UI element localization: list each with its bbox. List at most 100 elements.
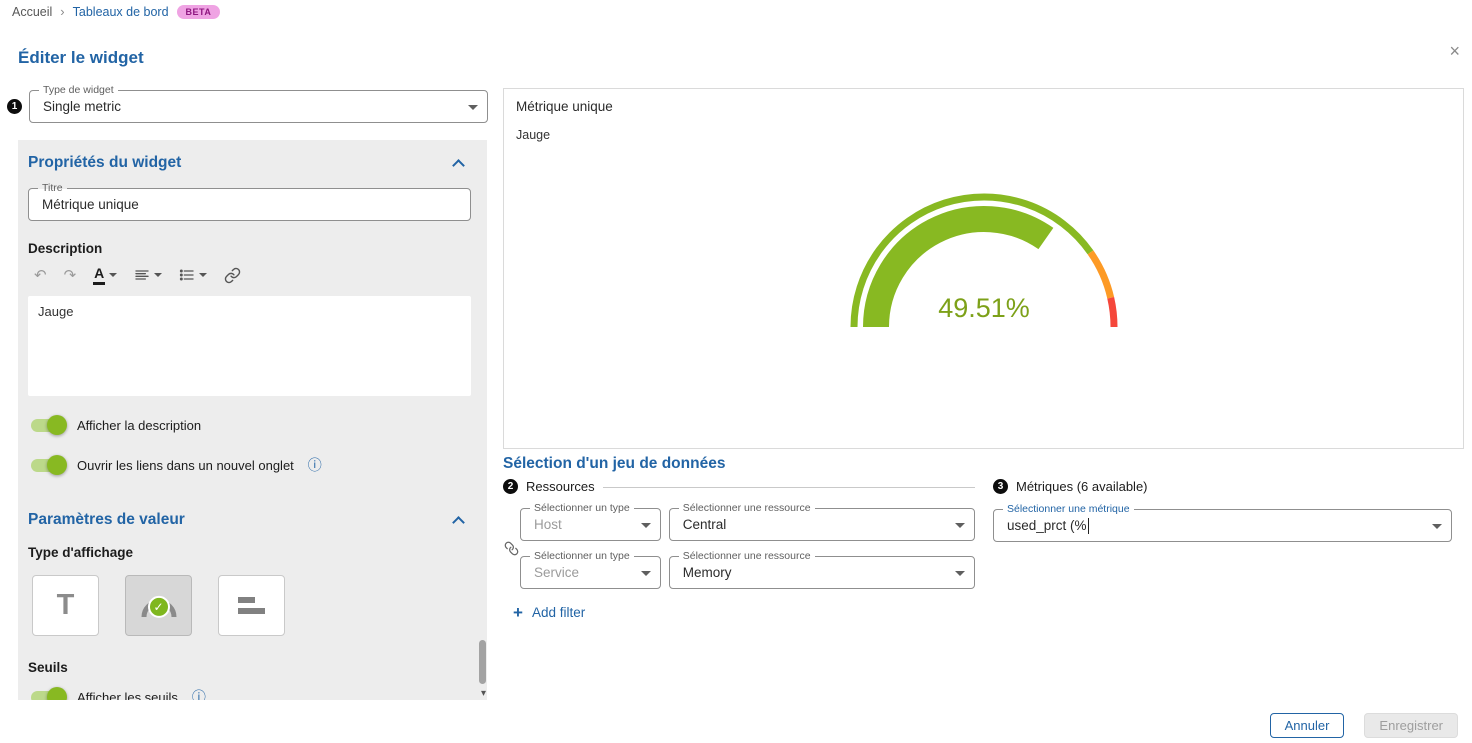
- resource-type-select-1[interactable]: Sélectionner un type Host: [520, 508, 661, 541]
- resource-type-select-1-label: Sélectionner un type: [530, 502, 634, 515]
- properties-section-header[interactable]: Propriétés du widget: [28, 154, 471, 172]
- gauge-value: 49.51%: [938, 293, 1030, 323]
- chevron-up-icon[interactable]: [452, 159, 465, 172]
- text-color-icon: A: [93, 265, 105, 284]
- caret-down-icon: [468, 105, 478, 110]
- caret-down-icon: [1432, 524, 1442, 529]
- link-icon: [224, 267, 241, 284]
- resource-select-1-value: Central: [683, 517, 727, 532]
- resource-select-2[interactable]: Sélectionner une ressource Memory: [669, 556, 975, 589]
- caret-down-icon: [955, 523, 965, 528]
- show-thresholds-row: Afficher les seuils ⓘ: [28, 687, 471, 700]
- open-links-toggle[interactable]: [31, 459, 64, 472]
- caret-down-icon: [641, 571, 651, 576]
- check-icon: ✓: [148, 595, 170, 617]
- text-cursor: [1088, 518, 1089, 534]
- caret-down-icon: [641, 523, 651, 528]
- caret-down-icon: [199, 273, 207, 277]
- rich-text-toolbar: ↶ ↷ A: [34, 264, 471, 286]
- resource-type-select-2[interactable]: Sélectionner un type Service: [520, 556, 661, 589]
- caret-down-icon: [955, 571, 965, 576]
- title-input-value: Métrique unique: [42, 197, 139, 212]
- gauge-chart: 49.51%: [844, 183, 1124, 340]
- metric-select-label: Sélectionner une métrique: [1003, 503, 1134, 516]
- show-thresholds-toggle[interactable]: [31, 691, 64, 701]
- open-links-label: Ouvrir les liens dans un nouvel onglet: [77, 458, 294, 473]
- metric-select[interactable]: Sélectionner une métrique used_prct (%: [993, 509, 1452, 542]
- description-label: Description: [28, 241, 471, 256]
- open-links-row: Ouvrir les liens dans un nouvel onglet ⓘ: [28, 455, 471, 475]
- show-description-toggle[interactable]: [31, 419, 64, 432]
- gauge-threshold-arc-warning: [1090, 252, 1110, 297]
- step-2-badge: 2: [503, 479, 518, 494]
- cancel-button[interactable]: Annuler: [1270, 713, 1345, 738]
- add-filter-button[interactable]: + Add filter: [513, 604, 975, 621]
- list-button[interactable]: [179, 267, 207, 283]
- thresholds-label: Seuils: [28, 660, 471, 675]
- breadcrumb-home-link[interactable]: Accueil: [12, 5, 52, 19]
- resource-select-1[interactable]: Sélectionner une ressource Central: [669, 508, 975, 541]
- breadcrumb: Accueil › Tableaux de bord BETA: [12, 5, 220, 19]
- title-input[interactable]: Titre Métrique unique: [28, 188, 471, 221]
- step-1-badge: 1: [7, 99, 22, 114]
- display-type-options: T ✓: [32, 575, 471, 636]
- footer-actions: Annuler Enregistrer: [1270, 713, 1458, 738]
- display-type-label: Type d'affichage: [28, 545, 471, 560]
- chevron-right-icon: ›: [60, 4, 64, 19]
- text-display-icon: T: [57, 589, 75, 622]
- resource-type-select-2-label: Sélectionner un type: [530, 550, 634, 563]
- widget-type-select-value: Single metric: [43, 99, 121, 114]
- breadcrumb-current-link[interactable]: Tableaux de bord: [73, 5, 169, 19]
- metrics-column: 3 Métriques (6 available) Sélectionner u…: [993, 479, 1464, 542]
- undo-icon[interactable]: ↶: [34, 266, 47, 284]
- gauge-threshold-arc-critical: [1110, 298, 1113, 327]
- display-type-text-button[interactable]: T: [32, 575, 99, 636]
- widget-preview-panel: Métrique unique Jauge 49.51%: [503, 88, 1464, 449]
- page-title: Éditer le widget: [18, 48, 144, 68]
- info-icon[interactable]: ⓘ: [192, 687, 206, 700]
- show-description-label: Afficher la description: [77, 418, 201, 433]
- chevron-up-icon[interactable]: [452, 516, 465, 529]
- description-textarea[interactable]: Jauge: [28, 296, 471, 396]
- show-description-row: Afficher la description: [28, 418, 471, 433]
- widget-settings-panel: Propriétés du widget Titre Métrique uniq…: [18, 140, 487, 700]
- align-button[interactable]: [134, 267, 162, 283]
- value-params-section-header[interactable]: Paramètres de valeur: [28, 511, 471, 529]
- text-color-button[interactable]: A: [93, 265, 117, 284]
- align-icon: [134, 267, 150, 283]
- resource-rows: Sélectionner un type Host Sélectionner u…: [520, 508, 975, 589]
- divider: [603, 487, 975, 488]
- dataset-section: Sélection d'un jeu de données 2 Ressourc…: [503, 455, 1464, 685]
- resources-label: Ressources: [526, 479, 595, 494]
- preview-title: Métrique unique: [516, 99, 1451, 114]
- info-icon[interactable]: ⓘ: [308, 455, 322, 475]
- resources-column: 2 Ressources Sélectionner un type Host S…: [503, 479, 975, 621]
- resource-row: Sélectionner un type Host Sélectionner u…: [520, 508, 975, 541]
- close-icon[interactable]: ×: [1449, 42, 1460, 60]
- plus-icon: +: [513, 604, 523, 621]
- bar-display-icon: [237, 595, 267, 617]
- resource-row: Sélectionner un type Service Sélectionne…: [520, 556, 975, 589]
- redo-icon[interactable]: ↷: [64, 266, 77, 284]
- resource-select-1-label: Sélectionner une ressource: [679, 502, 815, 515]
- widget-type-row: 1 Type de widget Single metric: [7, 90, 488, 123]
- scrollbar-thumb[interactable]: [479, 640, 486, 684]
- display-type-gauge-button[interactable]: ✓: [125, 575, 192, 636]
- title-input-label: Titre: [38, 182, 67, 195]
- caret-down-icon: [109, 273, 117, 277]
- save-button[interactable]: Enregistrer: [1364, 713, 1458, 738]
- display-type-bar-button[interactable]: [218, 575, 285, 636]
- resource-type-select-2-value: Service: [534, 565, 579, 580]
- resources-subheader: 2 Ressources: [503, 479, 975, 494]
- resource-select-2-value: Memory: [683, 565, 732, 580]
- resource-select-2-label: Sélectionner une ressource: [679, 550, 815, 563]
- link-button[interactable]: [224, 267, 241, 284]
- scroll-down-icon[interactable]: ▾: [481, 689, 486, 699]
- add-filter-label: Add filter: [532, 605, 585, 620]
- metrics-label: Métriques (6 available): [1016, 479, 1148, 494]
- widget-type-select[interactable]: Type de widget Single metric: [29, 90, 488, 123]
- dataset-heading: Sélection d'un jeu de données: [503, 455, 1464, 473]
- resource-type-select-1-value: Host: [534, 517, 562, 532]
- list-icon: [179, 267, 195, 283]
- beta-badge: BETA: [177, 5, 221, 19]
